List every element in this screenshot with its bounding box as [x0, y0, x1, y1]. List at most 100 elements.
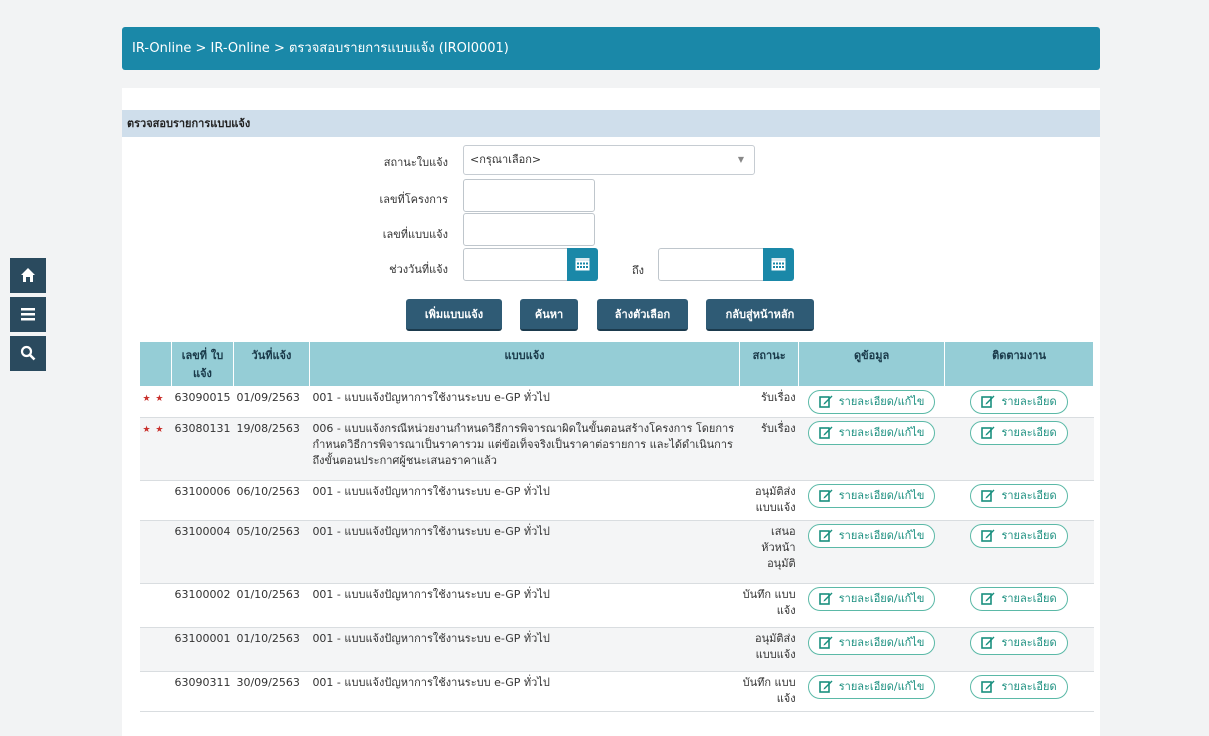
edit-icon — [818, 426, 833, 439]
track-detail-button[interactable]: รายละเอียด — [970, 524, 1068, 548]
col-date: วันที่แจ้ง — [232, 341, 310, 387]
project-label: เลขที่โครงการ — [379, 193, 448, 206]
row-track: รายละเอียด — [944, 627, 1094, 672]
row-form: 001 - แบบแจ้งปัญหาการใช้งานระบบ e-GP ทั่… — [309, 480, 740, 521]
view-edit-label: รายละเอียด/แก้ไข — [838, 489, 925, 502]
row-status: อนุมัติส่ง แบบแจ้ง — [739, 480, 799, 521]
view-edit-button[interactable]: รายละเอียด/แก้ไข — [807, 421, 936, 445]
view-edit-label: รายละเอียด/แก้ไข — [838, 636, 925, 649]
row-date: 05/10/2563 — [233, 520, 310, 584]
calendar-icon — [575, 258, 590, 271]
track-detail-button[interactable]: รายละเอียด — [970, 675, 1068, 699]
col-status: สถานะ — [739, 341, 800, 387]
star-icon: ★ ★ — [142, 394, 165, 404]
row-notice-no: 63080131 — [171, 417, 234, 481]
table-row: 63090311 30/09/2563 001 - แบบแจ้งปัญหาการใ… — [139, 671, 1094, 712]
edit-icon — [818, 636, 833, 649]
row-track: รายละเอียด — [944, 520, 1094, 584]
track-detail-button[interactable]: รายละเอียด — [970, 484, 1068, 508]
edit-icon — [981, 529, 995, 542]
col-notice-no: เลขที่ ใบแจ้ง — [170, 341, 234, 387]
row-date: 19/08/2563 — [233, 417, 310, 481]
row-track: รายละเอียด — [944, 480, 1094, 521]
track-detail-button[interactable]: รายละเอียด — [970, 587, 1068, 611]
row-status: บันทึก แบบแจ้ง — [739, 671, 799, 712]
view-edit-label: รายละเอียด/แก้ไข — [838, 680, 925, 693]
status-select[interactable]: <กรุณาเลือก> ▼ — [463, 145, 755, 175]
home-button[interactable] — [10, 258, 46, 293]
notice-input[interactable] — [463, 213, 595, 246]
table-row: 63100001 01/10/2563 001 - แบบแจ้งปัญหาการใ… — [139, 627, 1094, 672]
chevron-down-icon: ▼ — [737, 155, 744, 164]
view-edit-button[interactable]: รายละเอียด/แก้ไข — [807, 390, 936, 414]
row-status: บันทึก แบบแจ้ง — [739, 583, 799, 628]
col-star — [139, 341, 172, 387]
row-date: 01/10/2563 — [233, 627, 310, 672]
edit-icon — [818, 592, 833, 605]
date-from-input[interactable] — [463, 248, 568, 281]
track-detail-button[interactable]: รายละเอียด — [970, 390, 1068, 414]
row-notice-no: 63100006 — [171, 480, 234, 521]
col-view: ดูข้อมูล — [798, 341, 946, 387]
track-detail-button[interactable]: รายละเอียด — [970, 631, 1068, 655]
row-view: รายละเอียด/แก้ไข — [798, 627, 945, 672]
track-detail-label: รายละเอียด — [1001, 529, 1057, 542]
calendar-icon — [771, 258, 786, 271]
search-submit-button[interactable]: ค้นหา — [520, 299, 578, 331]
results-table: เลขที่ ใบแจ้ง วันที่แจ้ง แบบแจ้ง สถานะ ด… — [139, 341, 1094, 712]
project-input[interactable] — [463, 179, 595, 212]
view-edit-label: รายละเอียด/แก้ไข — [838, 529, 925, 542]
view-edit-button[interactable]: รายละเอียด/แก้ไข — [807, 675, 936, 699]
row-view: รายละเอียด/แก้ไข — [798, 480, 945, 521]
menu-icon — [21, 308, 35, 321]
view-edit-label: รายละเอียด/แก้ไข — [838, 395, 925, 408]
add-notice-button[interactable]: เพิ่มแบบแจ้ง — [406, 299, 502, 331]
menu-button[interactable] — [10, 297, 46, 332]
row-date: 01/10/2563 — [233, 583, 310, 628]
row-view: รายละเอียด/แก้ไข — [798, 583, 945, 628]
row-star — [139, 520, 172, 584]
row-track: รายละเอียด — [944, 417, 1094, 481]
search-icon — [20, 345, 36, 361]
status-select-value: <กรุณาเลือก> — [470, 153, 542, 166]
date-to-input[interactable] — [658, 248, 764, 281]
row-form: 001 - แบบแจ้งปัญหาการใช้งานระบบ e-GP ทั่… — [309, 520, 740, 584]
notice-label: เลขที่แบบแจ้ง — [382, 228, 448, 241]
table-row: ★ ★ 63080131 19/08/2563 006 - แบบแจ้งกรณีหน… — [139, 417, 1094, 481]
row-view: รายละเอียด/แก้ไข — [798, 520, 945, 584]
main-panel: ตรวจสอบรายการแบบแจ้ง สถานะใบแจ้ง <กรุณาเ… — [122, 88, 1100, 736]
row-notice-no: 63090015 — [171, 386, 234, 418]
row-star: ★ ★ — [139, 417, 172, 481]
edit-icon — [818, 395, 833, 408]
row-status: อนุมัติส่ง แบบแจ้ง — [739, 627, 799, 672]
track-detail-button[interactable]: รายละเอียด — [970, 421, 1068, 445]
edit-icon — [981, 426, 995, 439]
table-body: ★ ★ 63090015 01/09/2563 001 - แบบแจ้งปัญหาก… — [139, 386, 1094, 712]
view-edit-button[interactable]: รายละเอียด/แก้ไข — [807, 524, 936, 548]
table-row: 63100002 01/10/2563 001 - แบบแจ้งปัญหาการใ… — [139, 583, 1094, 628]
row-date: 06/10/2563 — [233, 480, 310, 521]
view-edit-button[interactable]: รายละเอียด/แก้ไข — [807, 631, 936, 655]
edit-icon — [818, 529, 833, 542]
view-edit-label: รายละเอียด/แก้ไข — [838, 426, 925, 439]
row-form: 001 - แบบแจ้งปัญหาการใช้งานระบบ e-GP ทั่… — [309, 671, 740, 712]
track-detail-label: รายละเอียด — [1001, 680, 1057, 693]
view-edit-button[interactable]: รายละเอียด/แก้ไข — [807, 484, 936, 508]
row-status: รับเรื่อง — [739, 386, 799, 418]
view-edit-label: รายละเอียด/แก้ไข — [838, 592, 925, 605]
section-title: ตรวจสอบรายการแบบแจ้ง — [122, 110, 1100, 137]
row-date: 01/09/2563 — [233, 386, 310, 418]
date-to-calendar-button[interactable] — [763, 248, 794, 281]
edit-icon — [981, 636, 995, 649]
search-button[interactable] — [10, 336, 46, 371]
star-icon: ★ ★ — [142, 425, 165, 435]
track-detail-label: รายละเอียด — [1001, 395, 1057, 408]
clear-selection-button[interactable]: ล้างตัวเลือก — [597, 299, 688, 331]
back-home-button[interactable]: กลับสู่หน้าหลัก — [706, 299, 814, 331]
view-edit-button[interactable]: รายละเอียด/แก้ไข — [807, 587, 936, 611]
edit-icon — [981, 680, 995, 693]
row-view: รายละเอียด/แก้ไข — [798, 671, 945, 712]
row-star — [139, 583, 172, 628]
row-form: 001 - แบบแจ้งปัญหาการใช้งานระบบ e-GP ทั่… — [309, 627, 740, 672]
date-from-calendar-button[interactable] — [567, 248, 598, 281]
